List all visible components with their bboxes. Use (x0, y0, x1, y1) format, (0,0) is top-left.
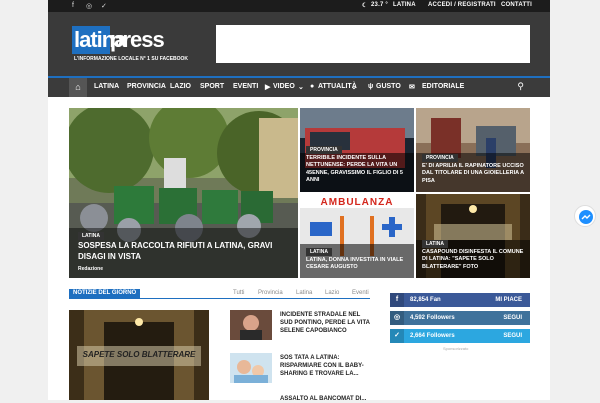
featured-article[interactable]: AMBULANZA LATINA LATINA, DONNA INVESTITA… (300, 194, 414, 278)
chevron-down-icon: ⌄ (298, 84, 304, 91)
article-title[interactable]: LATINA, DONNA INVESTITA IN VIALE CESARE … (306, 257, 410, 272)
nav-item-video[interactable]: VIDEO (273, 83, 295, 90)
facebook-like-button[interactable]: MI PIACE (495, 297, 522, 303)
nav-item-latina[interactable]: LATINA (94, 83, 119, 90)
category-badge[interactable]: PROVINCIA (422, 154, 458, 162)
sponsor-label: Sponsorizzato (443, 346, 469, 351)
twitter-unit: Followers (426, 333, 455, 339)
featured-article[interactable]: LATINA CASAPOUND DISINFESTA IL COMUNE DI… (416, 194, 530, 278)
tab-lazio[interactable]: Lazio (325, 290, 339, 296)
search-icon[interactable]: ⚲ (517, 81, 524, 92)
city-label: LATINA (393, 2, 416, 8)
tab-eventi[interactable]: Eventi (352, 290, 369, 296)
logo-text-latina: latina (72, 26, 126, 54)
site-logo[interactable]: latina press L'INFORMAZIONE LOCALE N° 1 … (72, 26, 194, 66)
instagram-follow-button[interactable]: SEGUI (503, 315, 522, 321)
article-author[interactable]: Redazione (78, 266, 103, 272)
tab-provincia[interactable]: Provincia (258, 290, 283, 296)
nav-item-editoriale[interactable]: EDITORIALE (422, 83, 464, 90)
twitter-counter[interactable]: ✓ 2,664 Followers SEGUI (390, 329, 530, 343)
news-thumb-image (230, 310, 272, 340)
home-icon[interactable]: ⌂ (69, 78, 87, 97)
news-thumb-image (230, 353, 272, 383)
news-main-image[interactable]: SAPETE SOLO BLATTERARE (69, 310, 209, 400)
ambulanza-sign: AMBULANZA (321, 197, 394, 208)
instagram-unit: Followers (426, 315, 455, 321)
contacts-link[interactable]: CONTATTI (501, 2, 532, 8)
facebook-icon[interactable]: f (72, 2, 74, 9)
speech-bubble-icon: ✉ (409, 84, 415, 91)
nav-item-provincia[interactable]: PROVINCIA (127, 83, 166, 90)
site-header: latina press L'INFORMAZIONE LOCALE N° 1 … (48, 12, 550, 76)
article-title[interactable]: TERRIBILE INCIDENTE SULLA NETTUNENSE: PE… (306, 155, 410, 185)
twitter-icon: ✓ (390, 329, 404, 343)
facebook-icon: f (390, 293, 404, 307)
messenger-icon (579, 210, 593, 224)
twitter-icon[interactable]: ✓ (101, 2, 107, 10)
instagram-icon: ◎ (390, 311, 404, 325)
news-title[interactable]: ASSALTO AL BANCOMAT DI... (280, 395, 372, 403)
news-title[interactable]: INCIDENTE STRADALE NEL SUD PONTINO, PERD… (280, 311, 372, 335)
logo-tagline: L'INFORMAZIONE LOCALE N° 1 SU FACEBOOK (74, 56, 189, 62)
facebook-count: 82,854 (410, 297, 429, 303)
facebook-unit: Fan (430, 297, 441, 303)
news-title[interactable]: SOS TATA A LATINA: RISPARMIARE CON IL BA… (280, 354, 372, 378)
section-title: NOTIZIE DEL GIORNO (69, 289, 141, 299)
temperature: 23.7 ° (371, 2, 388, 8)
globe-icon: ● (310, 83, 315, 90)
chevron-down-icon: ⌄ (351, 84, 357, 91)
category-badge[interactable]: LATINA (422, 240, 448, 248)
news-thumb[interactable] (230, 353, 272, 383)
instagram-icon[interactable]: ◎ (86, 2, 92, 10)
twitter-count: 2,664 (410, 333, 426, 339)
messenger-button[interactable] (574, 205, 596, 227)
category-badge[interactable]: PROVINCIA (306, 146, 342, 154)
graffiti-text: SAPETE SOLO BLATTERARE (82, 350, 196, 359)
play-icon: ▶ (265, 84, 271, 91)
logo-text-press: press (110, 27, 165, 52)
tab-latina[interactable]: Latina (296, 290, 312, 296)
article-title[interactable]: CASAPOUND DISINFESTA IL COMUNE DI LATINA… (422, 249, 526, 271)
featured-article[interactable]: PROVINCIA E' DI APRILIA IL RAPINATORE UC… (416, 108, 530, 192)
facebook-counter[interactable]: f 82,854 Fan MI PIACE (390, 293, 530, 307)
featured-article[interactable]: LATINA SOSPESA LA RACCOLTA RIFIUTI A LAT… (69, 108, 298, 278)
instagram-count: 4,592 (410, 315, 426, 321)
nav-item-gusto[interactable]: GUSTO (376, 83, 401, 90)
header-ad-banner[interactable] (216, 25, 530, 63)
cutlery-icon: ψ (368, 83, 374, 90)
category-badge[interactable]: LATINA (306, 248, 332, 256)
nav-item-eventi[interactable]: EVENTI (233, 83, 258, 90)
login-link[interactable]: ACCEDI / REGISTRATI (428, 2, 496, 8)
top-bar: f ◎ ✓ ☾ 23.7 ° LATINA ACCEDI / REGISTRAT… (48, 0, 550, 12)
nav-item-lazio[interactable]: LAZIO (170, 83, 191, 90)
page: f ◎ ✓ ☾ 23.7 ° LATINA ACCEDI / REGISTRAT… (48, 0, 550, 403)
news-thumb[interactable] (230, 310, 272, 340)
twitter-follow-button[interactable]: SEGUI (503, 333, 522, 339)
nav-item-sport[interactable]: SPORT (200, 83, 224, 90)
instagram-counter[interactable]: ◎ 4,592 Followers SEGUI (390, 311, 530, 325)
category-badge[interactable]: LATINA (78, 232, 104, 240)
article-title[interactable]: SOSPESA LA RACCOLTA RIFIUTI A LATINA, GR… (78, 241, 288, 263)
tab-tutti[interactable]: Tutti (233, 290, 244, 296)
moon-icon: ☾ (362, 3, 368, 9)
featured-article[interactable]: PROVINCIA TERRIBILE INCIDENTE SULLA NETT… (300, 108, 414, 192)
svg-text:AMBULANZA: AMBULANZA (321, 197, 394, 208)
main-nav: ⌂ LATINA PROVINCIA LAZIO SPORT EVENTI ▶ … (48, 76, 550, 97)
article-title[interactable]: E' DI APRILIA IL RAPINATORE UCCISO DAL T… (422, 163, 526, 185)
news-thumb[interactable] (230, 395, 272, 400)
